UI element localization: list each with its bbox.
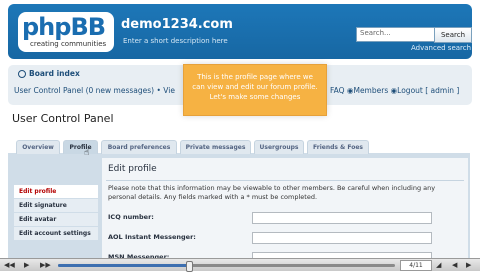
progress-knob[interactable]	[186, 261, 194, 272]
site-title: demo1234.com	[121, 17, 233, 32]
section-heading: Edit profile	[108, 164, 157, 174]
privacy-note: Please note that this information may be…	[108, 184, 436, 201]
volume-icon[interactable]: ◢	[436, 261, 441, 269]
next-slide-icon[interactable]: ▶	[466, 261, 471, 269]
site-description: Enter a short description here	[123, 37, 228, 45]
tab-friends-foes[interactable]: Friends & Foes	[307, 140, 369, 154]
left-menu: Edit profile Edit signature Edit avatar …	[14, 185, 98, 241]
logo-subtitle: creating communities	[30, 40, 107, 48]
progress-track[interactable]	[58, 261, 395, 272]
menu-edit-account-settings[interactable]: Edit account settings	[14, 227, 98, 240]
rewind-icon[interactable]: ◀◀	[4, 261, 15, 269]
ucp-link[interactable]: User Control Panel (0 new messages) • Vi…	[14, 86, 175, 95]
tooltip-line-2: can view and edit our forum profile.	[192, 83, 318, 91]
tab-overview[interactable]: Overview	[16, 140, 60, 154]
nav-right-links: FAQ ◉Members ◉Logout [ admin ]	[330, 86, 459, 95]
forum-header: phpBB creating communities demo1234.com …	[8, 4, 472, 59]
video-player-controls: ◀◀ ▶ ▶▶ 4/11 ◢ ◀ ▶	[0, 258, 480, 272]
tab-usergroups[interactable]: Usergroups	[254, 140, 304, 154]
faq-link[interactable]: FAQ	[330, 86, 345, 95]
tab-profile[interactable]: Profile	[63, 140, 98, 154]
tutorial-tooltip: This is the profile page where we can vi…	[183, 64, 327, 116]
mouse-cursor-icon: ☝	[84, 148, 90, 158]
phpbb-logo[interactable]: phpBB creating communities	[18, 12, 114, 52]
search-input[interactable]: Search...	[356, 27, 436, 42]
tooltip-line-1: This is the profile page where we	[197, 73, 313, 81]
board-index-label: Board index	[29, 69, 80, 78]
slide-counter: 4/11	[400, 260, 432, 271]
tooltip-line-3: Let's make some changes	[209, 93, 301, 101]
menu-edit-signature[interactable]: Edit signature	[14, 199, 98, 212]
menu-edit-avatar[interactable]: Edit avatar	[14, 213, 98, 226]
home-icon	[18, 70, 26, 78]
aim-label: AOL Instant Messenger:	[108, 233, 196, 241]
icq-input[interactable]	[252, 212, 432, 224]
search-button[interactable]: Search	[434, 27, 472, 43]
progress-fill	[58, 264, 190, 267]
board-index-link[interactable]: Board index	[18, 69, 80, 78]
menu-edit-profile[interactable]: Edit profile	[14, 185, 98, 198]
icq-label: ICQ number:	[108, 213, 154, 221]
tab-private-messages[interactable]: Private messages	[180, 140, 251, 154]
aim-input[interactable]	[252, 232, 432, 244]
members-link[interactable]: Members	[353, 86, 388, 95]
play-icon[interactable]: ▶	[24, 261, 29, 269]
page-title: User Control Panel	[12, 112, 114, 125]
tab-board-preferences[interactable]: Board preferences	[101, 140, 177, 154]
forward-icon[interactable]: ▶▶	[40, 261, 51, 269]
logout-link[interactable]: Logout [ admin ]	[397, 86, 459, 95]
edit-profile-panel: Edit profile Please note that this infor…	[102, 158, 468, 270]
prev-slide-icon[interactable]: ◀	[452, 261, 457, 269]
logo-text: phpBB	[22, 13, 106, 41]
advanced-search-link[interactable]: Advanced search	[411, 44, 471, 52]
divider	[106, 180, 464, 181]
